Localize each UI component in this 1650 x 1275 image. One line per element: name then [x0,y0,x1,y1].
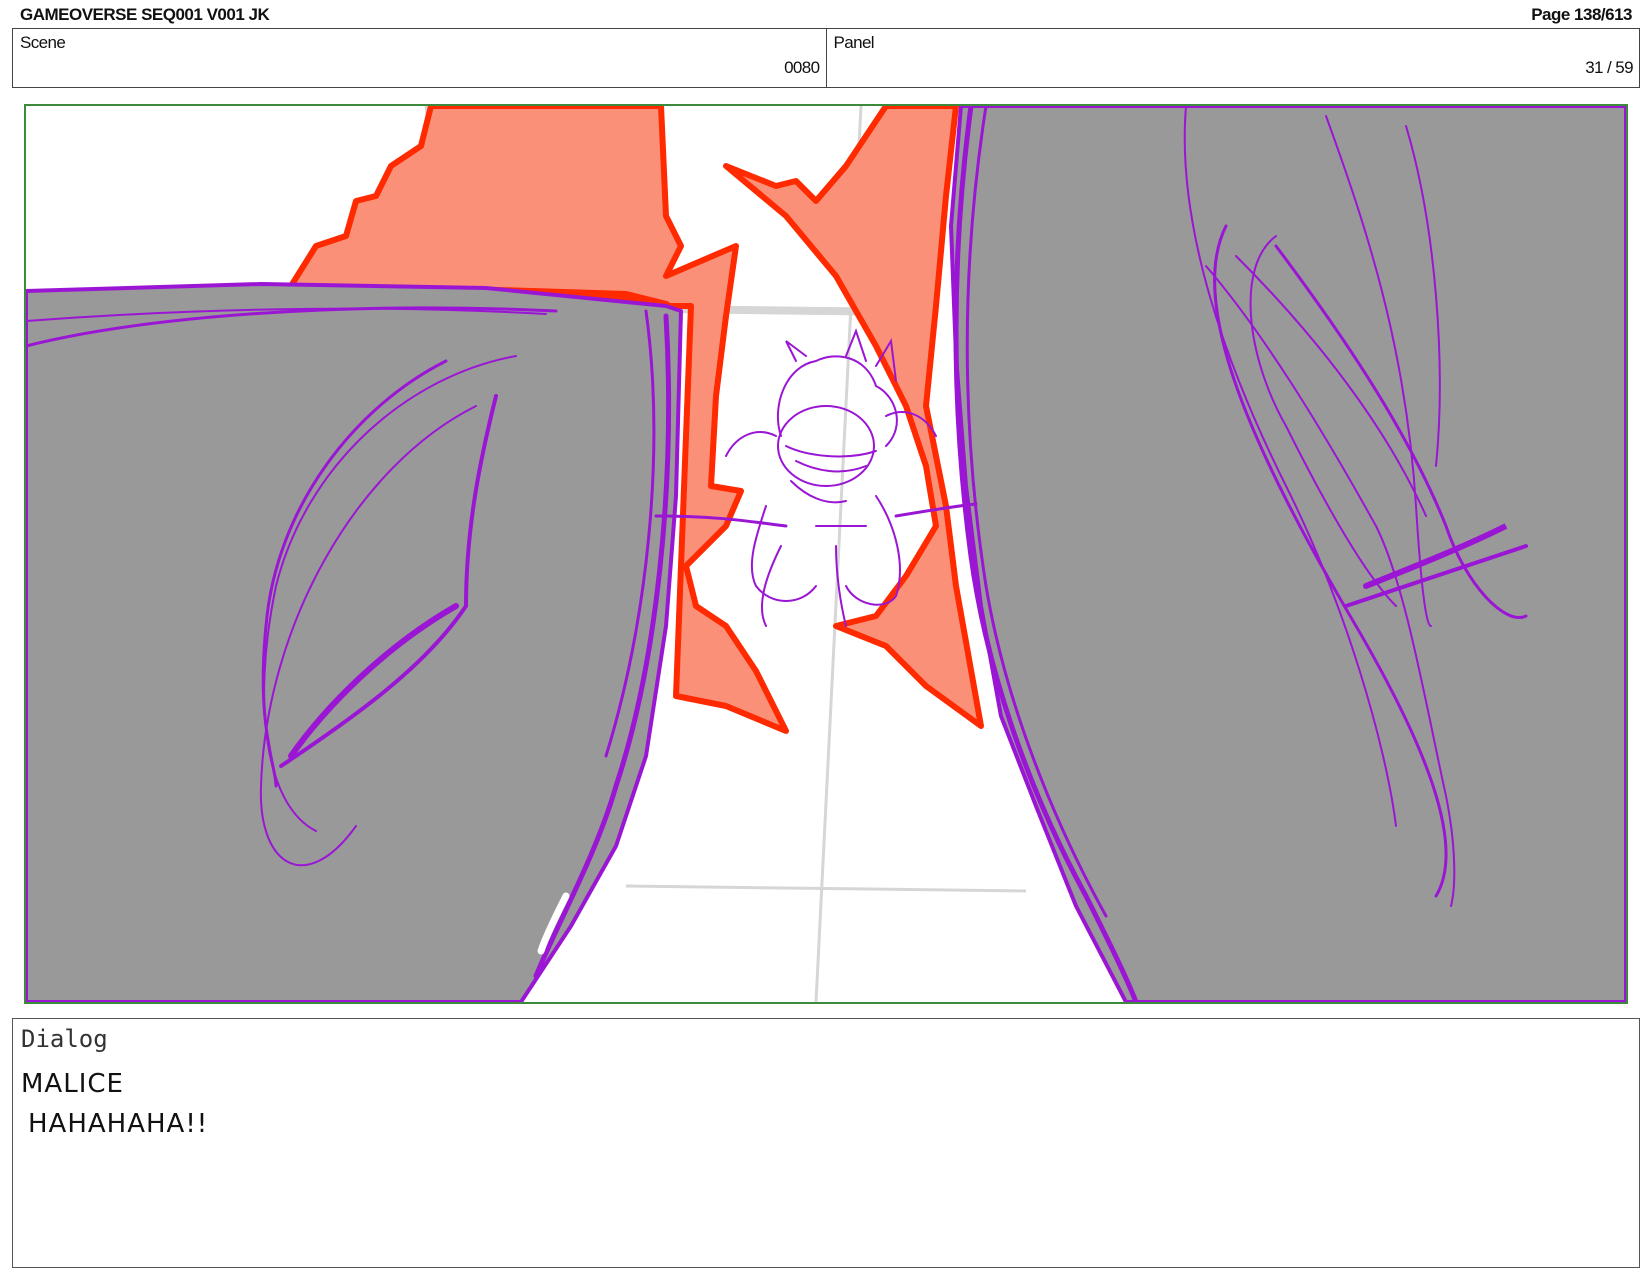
panel-label: Panel [833,33,875,52]
panel-value: 31 / 59 [1585,58,1633,77]
storyboard-sketch [26,106,1626,1002]
dialog-label: Dialog [21,1025,108,1053]
page-number: Page 138/613 [1531,5,1632,24]
scene-cell: Scene 0080 [13,29,826,87]
scene-value: 0080 [784,58,820,77]
gray-shape-left [26,282,683,1002]
scene-panel-info-bar: Scene 0080 Panel 31 / 59 [12,28,1640,88]
document-title: GAMEOVERSE SEQ001 V001 JK [20,5,270,24]
panel-cell: Panel 31 / 59 [825,29,1640,87]
scene-label: Scene [20,33,66,52]
dialog-box: Dialog MALICE HAHAHAHA!! [12,1018,1640,1268]
dialog-speaker: MALICE [21,1069,124,1099]
dialog-line: HAHAHAHA!! [28,1109,209,1139]
storyboard-panel [24,104,1628,1004]
